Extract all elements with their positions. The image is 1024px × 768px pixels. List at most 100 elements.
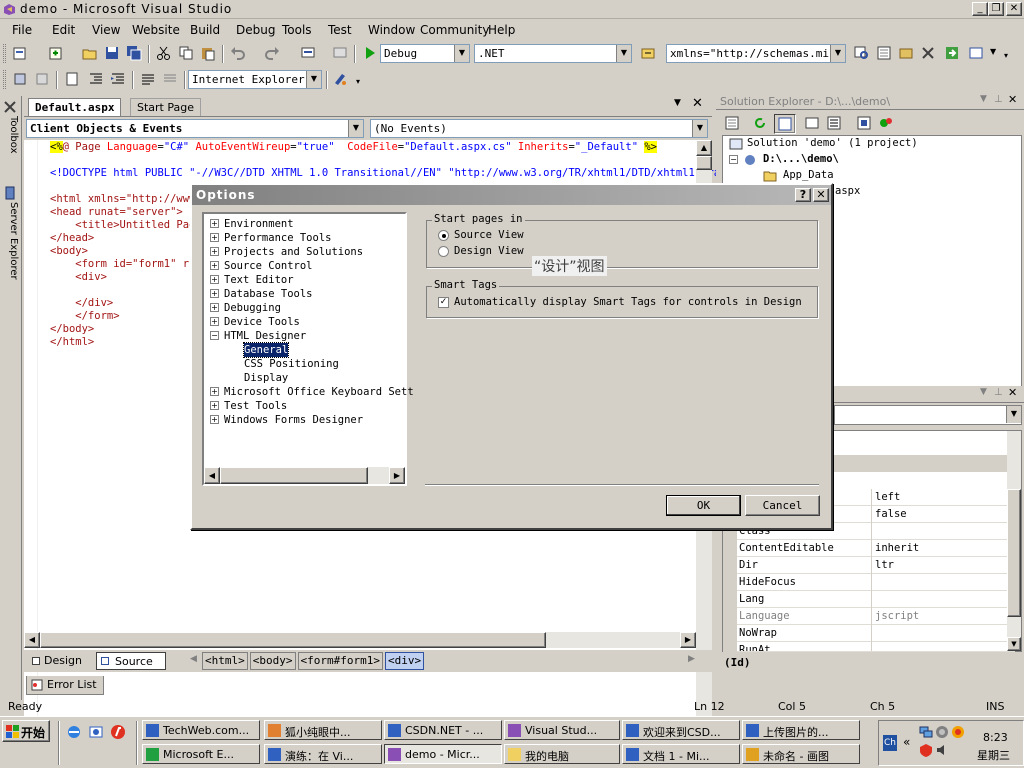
expand-icon[interactable]: + <box>210 387 219 396</box>
expand-icon[interactable]: + <box>210 233 219 242</box>
copy-icon[interactable] <box>178 45 194 61</box>
new-project-icon[interactable] <box>12 45 28 61</box>
scroll-thumb[interactable] <box>1007 489 1021 617</box>
expand-icon[interactable]: + <box>210 317 219 326</box>
copy-website-icon[interactable] <box>804 115 820 131</box>
target-schema-icon[interactable] <box>640 45 656 61</box>
decrease-indent-icon[interactable] <box>88 71 104 87</box>
start-button[interactable]: 开始 <box>2 720 50 742</box>
expand-icon[interactable]: + <box>210 303 219 312</box>
tree-item[interactable]: CSS Positioning <box>244 357 339 371</box>
horizontal-scrollbar[interactable]: ◀ ▶ <box>24 632 696 648</box>
internet-explorer-icon[interactable] <box>66 724 82 740</box>
source-view-radio[interactable] <box>438 230 449 241</box>
expand-icon[interactable]: + <box>210 401 219 410</box>
tree-item-selected[interactable]: General <box>242 342 290 358</box>
network-icon[interactable] <box>919 725 933 739</box>
tree-item[interactable]: Projects and Solutions <box>224 245 363 259</box>
scroll-down-icon[interactable]: ▼ <box>1007 637 1021 651</box>
menu-edit[interactable]: Edit <box>52 23 75 37</box>
taskbar-button[interactable]: 我的电脑 <box>504 744 620 764</box>
menu-file[interactable]: File <box>12 23 32 37</box>
chevron-down-icon[interactable]: ▼ <box>692 120 707 137</box>
taskbar-button[interactable]: 欢迎来到CSD... <box>622 720 740 740</box>
property-row[interactable]: RunAt <box>737 642 1015 652</box>
menu-window[interactable]: Window <box>368 23 415 37</box>
comment-icon[interactable] <box>140 71 156 87</box>
object-selector-combo[interactable]: ▼ <box>834 405 1022 425</box>
minimize-button[interactable]: _ <box>972 2 988 16</box>
check-accessibility-icon[interactable] <box>332 71 348 87</box>
scroll-up-icon[interactable]: ▲ <box>696 140 712 156</box>
expand-icon[interactable]: + <box>210 219 219 228</box>
menu-website[interactable]: Website <box>132 23 180 37</box>
expand-icon[interactable]: + <box>210 247 219 256</box>
property-row[interactable]: Dir ltr <box>737 557 1015 574</box>
toolbar-overflow-icon[interactable]: ▾ <box>356 77 360 86</box>
breadcrumb-left-icon[interactable]: ◀ <box>190 654 197 664</box>
navigate-forward-icon[interactable] <box>332 45 348 61</box>
menu-tools[interactable]: Tools <box>282 23 312 37</box>
scroll-left-icon[interactable]: ◀ <box>24 632 40 648</box>
tree-item[interactable]: Text Editor <box>224 273 294 287</box>
next-bookmark-icon[interactable] <box>34 71 50 87</box>
chevron-down-icon[interactable]: ▼ <box>980 94 987 104</box>
schema-combo[interactable]: xmlns="http://schemas.micr ▼ <box>666 44 846 63</box>
design-view-radio[interactable] <box>438 246 449 257</box>
scroll-left-icon[interactable]: ◀ <box>204 467 220 484</box>
outlook-express-icon[interactable] <box>88 724 104 740</box>
tree-item[interactable]: Database Tools <box>224 287 313 301</box>
restore-button[interactable]: ❐ <box>988 2 1004 16</box>
undo-icon[interactable] <box>230 45 246 61</box>
scroll-thumb[interactable] <box>40 632 546 648</box>
expand-icon[interactable]: + <box>210 289 219 298</box>
property-row[interactable]: ContentEditable inherit <box>737 540 1015 557</box>
tree-item[interactable]: HTML Designer <box>224 329 306 343</box>
scroll-thumb[interactable] <box>696 156 712 170</box>
chevron-down-icon[interactable]: ▼ <box>348 120 363 137</box>
save-all-icon[interactable] <box>126 45 142 61</box>
volume-icon[interactable] <box>935 743 949 757</box>
clock-time[interactable]: 8:23 <box>983 731 1008 744</box>
cancel-button[interactable]: Cancel <box>745 495 820 516</box>
taskbar-button[interactable]: CSDN.NET - ... <box>384 720 502 740</box>
configuration-combo[interactable]: Debug ▼ <box>380 44 470 63</box>
platform-combo[interactable]: .NET ▼ <box>474 44 632 63</box>
navigate-back-icon[interactable] <box>300 45 316 61</box>
toolbar-overflow-icon[interactable]: ▾ <box>1004 51 1008 60</box>
toolbar-grip[interactable] <box>3 44 6 63</box>
close-dialog-button[interactable]: ✕ <box>813 188 829 202</box>
collapse-icon[interactable]: − <box>210 331 219 340</box>
scroll-right-icon[interactable]: ▶ <box>680 632 696 648</box>
properties-icon[interactable] <box>724 115 740 131</box>
toolbox-tab[interactable]: Toolbox <box>2 116 19 180</box>
toolbar-grip[interactable] <box>3 70 6 89</box>
view-code-icon[interactable] <box>826 115 842 131</box>
help-button[interactable]: ? <box>795 188 811 202</box>
tree-item[interactable]: Windows Forms Designer <box>224 413 363 427</box>
object-browser-icon[interactable] <box>898 45 914 61</box>
refresh-icon[interactable] <box>752 115 768 131</box>
chevron-down-icon[interactable]: ▼ <box>616 45 631 62</box>
target-browser-combo[interactable]: Internet Explorer 6. ▼ <box>188 70 322 89</box>
tree-item[interactable]: Environment <box>224 217 294 231</box>
property-row[interactable]: HideFocus <box>737 574 1015 591</box>
breadcrumb-html[interactable]: <html> <box>202 652 248 670</box>
breadcrumb-form[interactable]: <form#form1> <box>297 652 383 670</box>
menu-test[interactable]: Test <box>328 23 352 37</box>
save-icon[interactable] <box>104 45 120 61</box>
scroll-thumb[interactable] <box>220 467 368 484</box>
server-explorer-icon[interactable] <box>3 186 17 200</box>
find-icon[interactable] <box>854 45 870 61</box>
warning-shield-icon[interactable] <box>919 743 933 757</box>
scroll-right-icon[interactable]: ▶ <box>389 467 405 484</box>
open-file-icon[interactable] <box>82 45 98 61</box>
tree-item[interactable]: Display <box>244 371 288 385</box>
breadcrumb-right-icon[interactable]: ▶ <box>688 654 695 664</box>
property-row[interactable]: Language jscript <box>737 608 1015 625</box>
tab-start-page[interactable]: Start Page <box>130 98 201 116</box>
menu-build[interactable]: Build <box>190 23 220 37</box>
tree-item[interactable]: Microsoft Office Keyboard Sett <box>224 385 414 399</box>
pin-icon[interactable]: ⊥ <box>994 94 1003 105</box>
menu-debug[interactable]: Debug <box>236 23 275 37</box>
